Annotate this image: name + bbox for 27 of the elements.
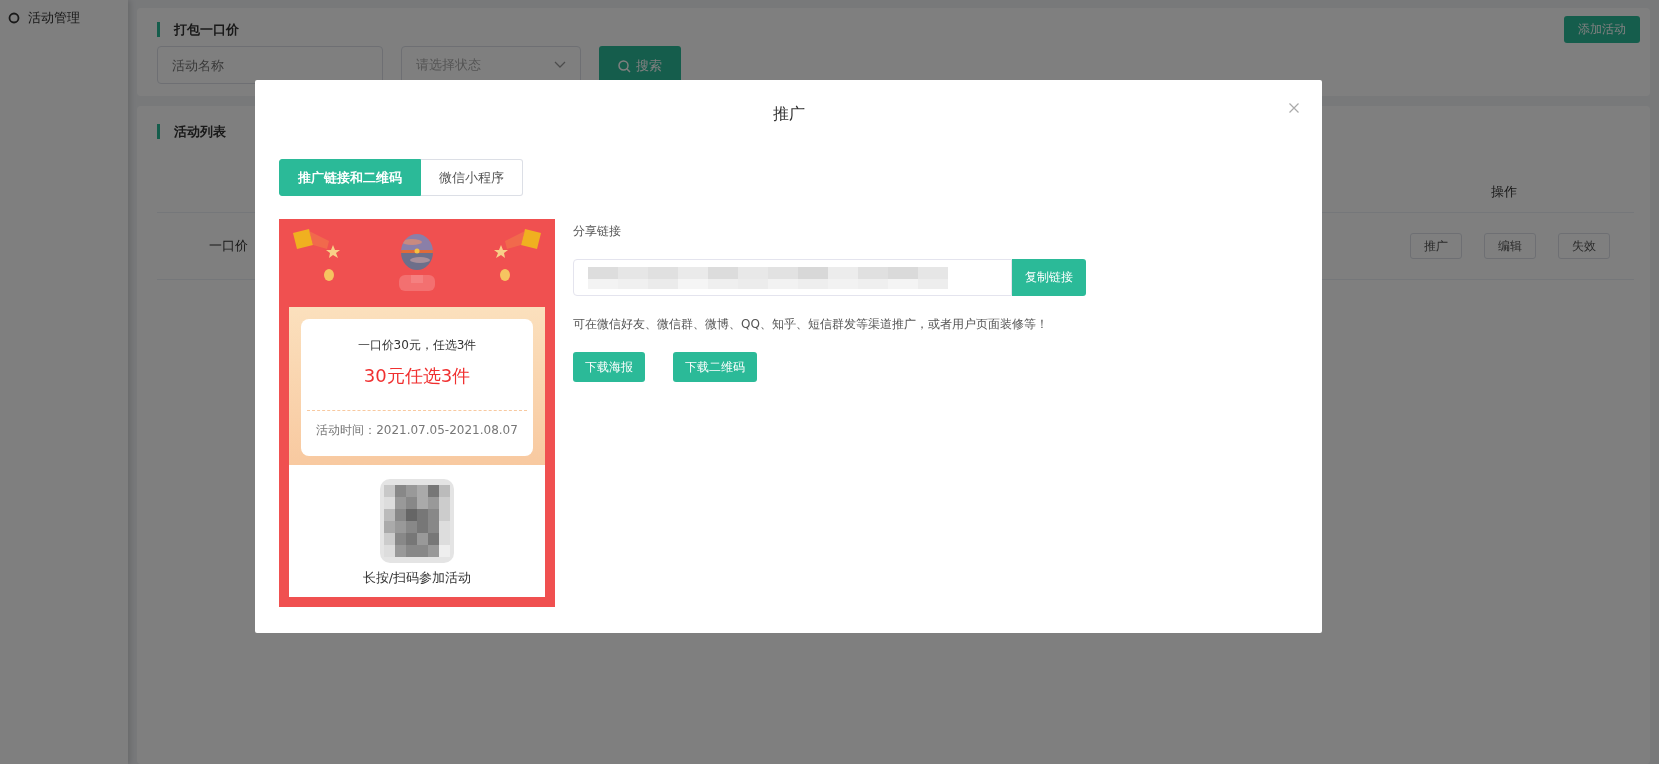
dialog-title: 推广 — [771, 104, 806, 125]
share-label: 分享链接 — [573, 223, 621, 240]
add-activity-button[interactable]: 添加活动 — [1564, 15, 1640, 43]
link-field[interactable] — [573, 259, 1012, 296]
activity-period: 活动时间：2021.07.05-2021.08.07 — [316, 422, 518, 439]
poster-caption: 长按/扫码参加活动 — [362, 569, 472, 587]
poster-subtitle: 一口价30元，任选3件 — [357, 337, 477, 354]
tab[interactable]: 推广链接和二维码 — [279, 159, 421, 196]
chevron-down-icon — [554, 61, 566, 69]
circle-icon — [8, 12, 20, 24]
sidebar-item[interactable]: 活动管理 — [0, 10, 128, 26]
action-button[interactable]: 编辑 — [1484, 233, 1536, 259]
share-hint: 可在微信好友、微信群、微博、QQ、知乎、短信群发等渠道推广，或者用户页面装修等！ — [573, 316, 1048, 333]
close-icon[interactable] — [1289, 103, 1299, 113]
action-button[interactable]: 推广 — [1410, 233, 1462, 259]
download-button[interactable]: 下载二维码 — [673, 352, 757, 382]
action-button[interactable]: 失效 — [1558, 233, 1610, 259]
search-icon — [618, 59, 631, 73]
section-title: 打包一口价 — [157, 21, 239, 37]
poster-headline: 30元任选3件 — [363, 364, 471, 388]
blurred-name-drawing — [399, 275, 435, 291]
section-title: 活动列表 — [157, 123, 226, 139]
download-button[interactable]: 下载海报 — [573, 352, 645, 382]
column-header: 操作 — [1490, 183, 1518, 201]
tab[interactable]: 微信小程序 — [421, 159, 523, 196]
copy-link-button[interactable]: 复制链接 — [1012, 259, 1086, 296]
name-field[interactable]: 活动名称 — [157, 46, 383, 84]
